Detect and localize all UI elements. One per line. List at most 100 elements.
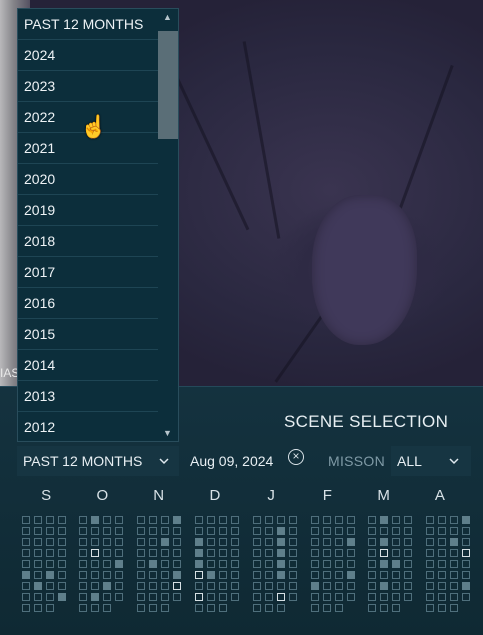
scene-day-cell[interactable] <box>103 604 111 612</box>
scene-day-cell[interactable] <box>231 516 239 524</box>
scene-day-cell[interactable] <box>231 538 239 546</box>
scene-day-cell[interactable] <box>289 593 297 601</box>
scene-day-cell[interactable] <box>253 571 261 579</box>
scene-day-cell[interactable] <box>462 549 470 557</box>
scene-day-cell[interactable] <box>34 604 42 612</box>
scene-day-cell[interactable] <box>277 560 285 568</box>
scene-day-cell[interactable] <box>195 516 203 524</box>
scene-day-cell[interactable] <box>438 582 446 590</box>
scene-day-cell[interactable] <box>265 604 273 612</box>
scene-day-cell[interactable] <box>79 560 87 568</box>
scene-day-cell[interactable] <box>22 604 30 612</box>
scene-day-cell[interactable] <box>91 538 99 546</box>
scene-day-cell[interactable] <box>207 538 215 546</box>
scene-day-cell[interactable] <box>450 571 458 579</box>
scene-day-cell[interactable] <box>347 582 355 590</box>
scene-day-cell[interactable] <box>392 571 400 579</box>
scene-day-cell[interactable] <box>380 560 388 568</box>
scene-day-cell[interactable] <box>368 560 376 568</box>
scene-day-cell[interactable] <box>46 582 54 590</box>
scene-day-cell[interactable] <box>46 516 54 524</box>
scene-day-cell[interactable] <box>462 516 470 524</box>
scene-day-cell[interactable] <box>46 549 54 557</box>
scene-day-cell[interactable] <box>46 560 54 568</box>
scene-day-cell[interactable] <box>438 604 446 612</box>
scene-day-cell[interactable] <box>323 527 331 535</box>
scene-day-cell[interactable] <box>311 604 319 612</box>
scene-day-cell[interactable] <box>368 538 376 546</box>
scene-day-cell[interactable] <box>219 538 227 546</box>
scene-day-cell[interactable] <box>277 549 285 557</box>
scene-day-cell[interactable] <box>392 549 400 557</box>
scene-day-cell[interactable] <box>265 593 273 601</box>
scene-day-cell[interactable] <box>79 582 87 590</box>
scene-day-cell[interactable] <box>265 549 273 557</box>
scene-day-cell[interactable] <box>161 560 169 568</box>
scene-day-cell[interactable] <box>103 560 111 568</box>
scene-day-cell[interactable] <box>347 527 355 535</box>
scene-day-cell[interactable] <box>323 549 331 557</box>
scene-day-cell[interactable] <box>335 582 343 590</box>
scene-day-cell[interactable] <box>207 571 215 579</box>
scene-day-cell[interactable] <box>265 571 273 579</box>
scene-day-cell[interactable] <box>335 593 343 601</box>
scene-day-cell[interactable] <box>195 571 203 579</box>
scene-day-cell[interactable] <box>103 538 111 546</box>
scene-day-cell[interactable] <box>253 582 261 590</box>
scene-day-cell[interactable] <box>103 516 111 524</box>
dropdown-option[interactable]: 2024 <box>18 40 158 71</box>
scene-day-cell[interactable] <box>137 516 145 524</box>
scene-day-cell[interactable] <box>335 560 343 568</box>
scene-day-cell[interactable] <box>277 582 285 590</box>
scene-day-cell[interactable] <box>207 582 215 590</box>
scene-day-cell[interactable] <box>149 560 157 568</box>
scene-day-cell[interactable] <box>462 527 470 535</box>
scene-day-cell[interactable] <box>207 593 215 601</box>
scene-day-cell[interactable] <box>311 571 319 579</box>
scene-day-cell[interactable] <box>219 516 227 524</box>
scene-day-cell[interactable] <box>335 516 343 524</box>
scene-day-cell[interactable] <box>311 549 319 557</box>
scene-day-cell[interactable] <box>438 593 446 601</box>
scene-day-cell[interactable] <box>380 527 388 535</box>
scene-day-cell[interactable] <box>450 549 458 557</box>
scene-day-cell[interactable] <box>253 604 261 612</box>
scene-day-cell[interactable] <box>115 593 123 601</box>
scene-day-cell[interactable] <box>219 604 227 612</box>
scene-day-cell[interactable] <box>253 538 261 546</box>
scene-day-cell[interactable] <box>22 516 30 524</box>
dropdown-option[interactable]: PAST 12 MONTHS <box>18 9 158 40</box>
scene-day-cell[interactable] <box>91 582 99 590</box>
scene-day-cell[interactable] <box>426 516 434 524</box>
scene-day-cell[interactable] <box>103 582 111 590</box>
scene-day-cell[interactable] <box>404 571 412 579</box>
scene-day-cell[interactable] <box>380 593 388 601</box>
scene-day-cell[interactable] <box>335 538 343 546</box>
scene-day-cell[interactable] <box>311 560 319 568</box>
scene-day-cell[interactable] <box>149 571 157 579</box>
scene-day-cell[interactable] <box>426 549 434 557</box>
scene-day-cell[interactable] <box>34 560 42 568</box>
scene-day-cell[interactable] <box>335 527 343 535</box>
scene-day-cell[interactable] <box>115 571 123 579</box>
scene-day-cell[interactable] <box>58 527 66 535</box>
scene-day-cell[interactable] <box>219 582 227 590</box>
scene-day-cell[interactable] <box>462 538 470 546</box>
scene-day-cell[interactable] <box>22 549 30 557</box>
scene-day-cell[interactable] <box>161 527 169 535</box>
scene-day-cell[interactable] <box>426 571 434 579</box>
clear-date-icon[interactable]: × <box>288 449 304 465</box>
scene-day-cell[interactable] <box>323 593 331 601</box>
scene-day-cell[interactable] <box>103 571 111 579</box>
scene-day-cell[interactable] <box>149 516 157 524</box>
scene-day-cell[interactable] <box>253 593 261 601</box>
scene-day-cell[interactable] <box>161 571 169 579</box>
scene-day-cell[interactable] <box>231 527 239 535</box>
scene-day-cell[interactable] <box>91 604 99 612</box>
scene-day-cell[interactable] <box>231 593 239 601</box>
scene-day-cell[interactable] <box>277 538 285 546</box>
scene-day-cell[interactable] <box>34 549 42 557</box>
dropdown-option[interactable]: 2015 <box>18 319 158 350</box>
scene-day-cell[interactable] <box>91 516 99 524</box>
scene-day-cell[interactable] <box>195 582 203 590</box>
